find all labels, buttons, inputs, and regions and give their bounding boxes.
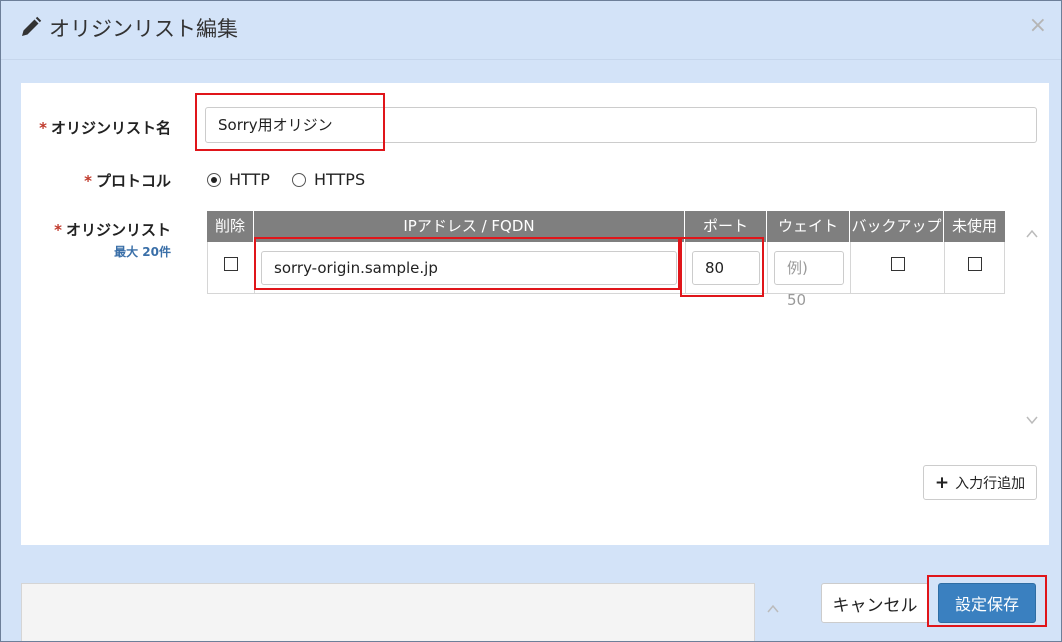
add-row-label: 入力行追加 <box>955 475 1026 492</box>
origin-list-label-text: オリジンリスト <box>65 221 171 239</box>
col-header-weight: ウェイト <box>767 211 850 242</box>
protocol-radio-https[interactable]: HTTPS <box>292 170 365 189</box>
delete-checkbox[interactable] <box>224 257 238 271</box>
cell-host: sorry-origin.sample.jp <box>255 242 686 293</box>
protocol-label-text: プロトコル <box>95 172 171 190</box>
col-header-backup: バックアップ <box>850 211 944 242</box>
save-settings-button[interactable]: 設定保存 <box>938 583 1036 623</box>
origin-list-name-input[interactable]: Sorry用オリジン <box>205 107 1037 143</box>
plus-icon: + <box>934 472 950 493</box>
required-mark: * <box>39 119 47 137</box>
cancel-button[interactable]: キャンセル <box>821 583 929 623</box>
radio-unselected-icon <box>292 172 306 187</box>
origin-list-dialog: オリジンリスト編集 × * オリジンリスト名 Sorry用オリジン * プロトコル … <box>0 0 1062 642</box>
required-mark: * <box>54 221 62 239</box>
dialog-title: オリジンリスト編集 <box>49 17 238 41</box>
cell-weight: 例) 50 <box>768 242 851 309</box>
protocol-radio-http[interactable]: HTTP <box>207 170 270 189</box>
origin-list-name-label-text: オリジンリスト名 <box>50 119 171 137</box>
protocol-option-label: HTTPS <box>314 170 366 189</box>
footer-message-area[interactable] <box>21 583 779 641</box>
scroll-up-icon[interactable] <box>1025 227 1039 241</box>
cell-unused <box>945 242 1005 293</box>
unused-checkbox[interactable] <box>968 257 982 271</box>
protocol-option-label: HTTP <box>229 170 270 189</box>
cell-delete <box>208 242 255 293</box>
weight-input[interactable]: 例) 50 <box>774 251 844 309</box>
close-icon[interactable]: × <box>1029 13 1047 39</box>
col-header-port: ポート <box>685 211 767 242</box>
origin-list-label: * オリジンリスト <box>54 219 171 240</box>
dialog-header: オリジンリスト編集 × <box>1 1 1061 60</box>
backup-checkbox[interactable] <box>891 257 905 271</box>
host-input[interactable]: sorry-origin.sample.jp <box>261 251 677 285</box>
col-header-unused: 未使用 <box>951 217 997 235</box>
cell-port: 80 <box>686 242 768 293</box>
protocol-label: * プロトコル <box>84 170 171 191</box>
col-header-delete: 削除 <box>207 211 254 242</box>
origin-list-max-note: 最大 20件 <box>114 245 171 259</box>
cell-backup <box>851 242 945 293</box>
port-input[interactable]: 80 <box>692 251 760 285</box>
add-row-button[interactable]: + 入力行追加 <box>923 465 1037 500</box>
dialog-body: * オリジンリスト名 Sorry用オリジン * プロトコル HTTP HTTPS *… <box>21 83 1049 545</box>
chevron-up-icon[interactable] <box>766 602 780 616</box>
col-header-host: IPアドレス / FQDN <box>254 211 685 242</box>
table-row: sorry-origin.sample.jp 80 例) 50 <box>207 242 1005 309</box>
origin-list-name-label: * オリジンリスト名 <box>39 117 171 138</box>
scroll-down-icon[interactable] <box>1025 413 1039 427</box>
table-header: 削除 IPアドレス / FQDN ポート ウェイト バックアップ 未使用 <box>207 211 1005 242</box>
required-mark: * <box>84 172 92 190</box>
pencil-icon <box>22 16 42 36</box>
radio-selected-icon <box>207 172 221 187</box>
